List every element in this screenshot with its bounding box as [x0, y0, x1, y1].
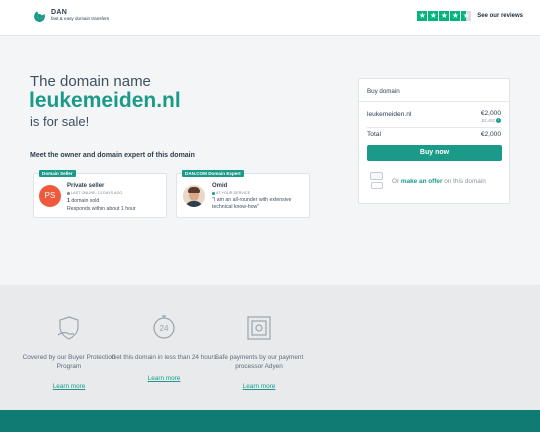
expert-quote: "I am an all-rounder with extensive tech…: [212, 197, 292, 211]
total-label: Total: [367, 131, 381, 138]
seller-response-time: Responds within about 1 hour: [67, 206, 136, 212]
trustpilot-stars: ★ ★ ★ ★ ★: [417, 11, 472, 21]
svg-text:24: 24: [160, 324, 169, 333]
expert-status: AT YOUR SERVICE: [212, 191, 250, 195]
buy-box-title: Buy domain: [367, 88, 400, 95]
hero-for-sale: is for sale!: [30, 114, 90, 129]
buy-box-domain: leukemeiden.nl: [367, 111, 412, 118]
dan-logo[interactable]: DAN fast & easy domain transfers: [32, 9, 110, 24]
chat-bubbles-icon: [370, 172, 384, 190]
seller-badge: Domain Seller: [39, 170, 76, 177]
seller-domains-sold: 1 domain sold: [67, 198, 100, 204]
learn-more-link[interactable]: Learn more: [204, 383, 314, 390]
star-icon: ★: [439, 11, 450, 21]
feature-buyer-protection: Covered by our Buyer Protection Program …: [14, 315, 124, 390]
expert-avatar: [183, 185, 205, 207]
brand-tagline: fast & easy domain transfers: [51, 16, 110, 22]
divider: [367, 127, 501, 128]
seller-status: LAST ONLINE: 13 DAYS AGO: [67, 191, 122, 195]
buy-box-price-converted: $2,493 i: [482, 118, 501, 124]
safe-icon: [247, 316, 271, 340]
footer-bar: [0, 410, 540, 432]
status-dot-icon: [212, 191, 215, 195]
feature-safe-payments: Safe payments by our payment processor A…: [204, 315, 314, 390]
expert-card: DAN.COM Domain Expert Omid AT YOUR SERVI…: [176, 170, 310, 218]
make-offer-link[interactable]: make an offer: [401, 178, 443, 185]
star-icon: ★: [450, 11, 461, 21]
star-icon: ★: [417, 11, 428, 21]
expert-name: Omid: [212, 183, 228, 189]
feature-text: Covered by our Buyer Protection Program: [22, 354, 116, 370]
seller-avatar: PS: [39, 185, 61, 207]
make-offer-text: Or make an offer on this domain: [392, 177, 486, 185]
buy-now-button[interactable]: Buy now: [367, 145, 502, 161]
half-star-icon: ★: [461, 11, 472, 21]
star-icon: ★: [428, 11, 439, 21]
clock-24-icon: 24: [153, 315, 175, 339]
brand-name: DAN: [51, 9, 68, 17]
make-offer-row: Or make an offer on this domain: [370, 172, 486, 190]
divider: [359, 101, 509, 102]
learn-more-link[interactable]: Learn more: [109, 375, 219, 382]
feature-text: Safe payments by our payment processor A…: [214, 354, 304, 370]
hero-domain-name: leukemeiden.nl: [29, 89, 181, 112]
status-dot-icon: [67, 191, 70, 195]
shield-hand-icon: [57, 316, 79, 340]
total-price: €2,000: [480, 131, 501, 138]
trustpilot-widget[interactable]: ★ ★ ★ ★ ★ See our reviews: [417, 11, 523, 21]
expert-badge: DAN.COM Domain Expert: [182, 170, 244, 177]
feature-text: Get this domain in less than 24 hours: [111, 354, 217, 361]
seller-card: Domain Seller PS Private seller LAST ONL…: [33, 170, 167, 218]
info-icon[interactable]: i: [496, 118, 501, 124]
buy-box-price: €2,000: [480, 110, 501, 117]
seller-name: Private seller: [67, 183, 105, 189]
site-header: DAN fast & easy domain transfers ★ ★ ★ ★…: [0, 0, 540, 36]
features-band: Covered by our Buyer Protection Program …: [0, 285, 540, 410]
meet-heading: Meet the owner and domain expert of this…: [30, 152, 195, 159]
dan-logo-icon: [32, 9, 47, 24]
see-reviews-link[interactable]: See our reviews: [477, 13, 523, 19]
hero-intro: The domain name: [30, 73, 151, 90]
learn-more-link[interactable]: Learn more: [14, 383, 124, 390]
feature-fast-transfer: 24 Get this domain in less than 24 hours…: [109, 315, 219, 382]
